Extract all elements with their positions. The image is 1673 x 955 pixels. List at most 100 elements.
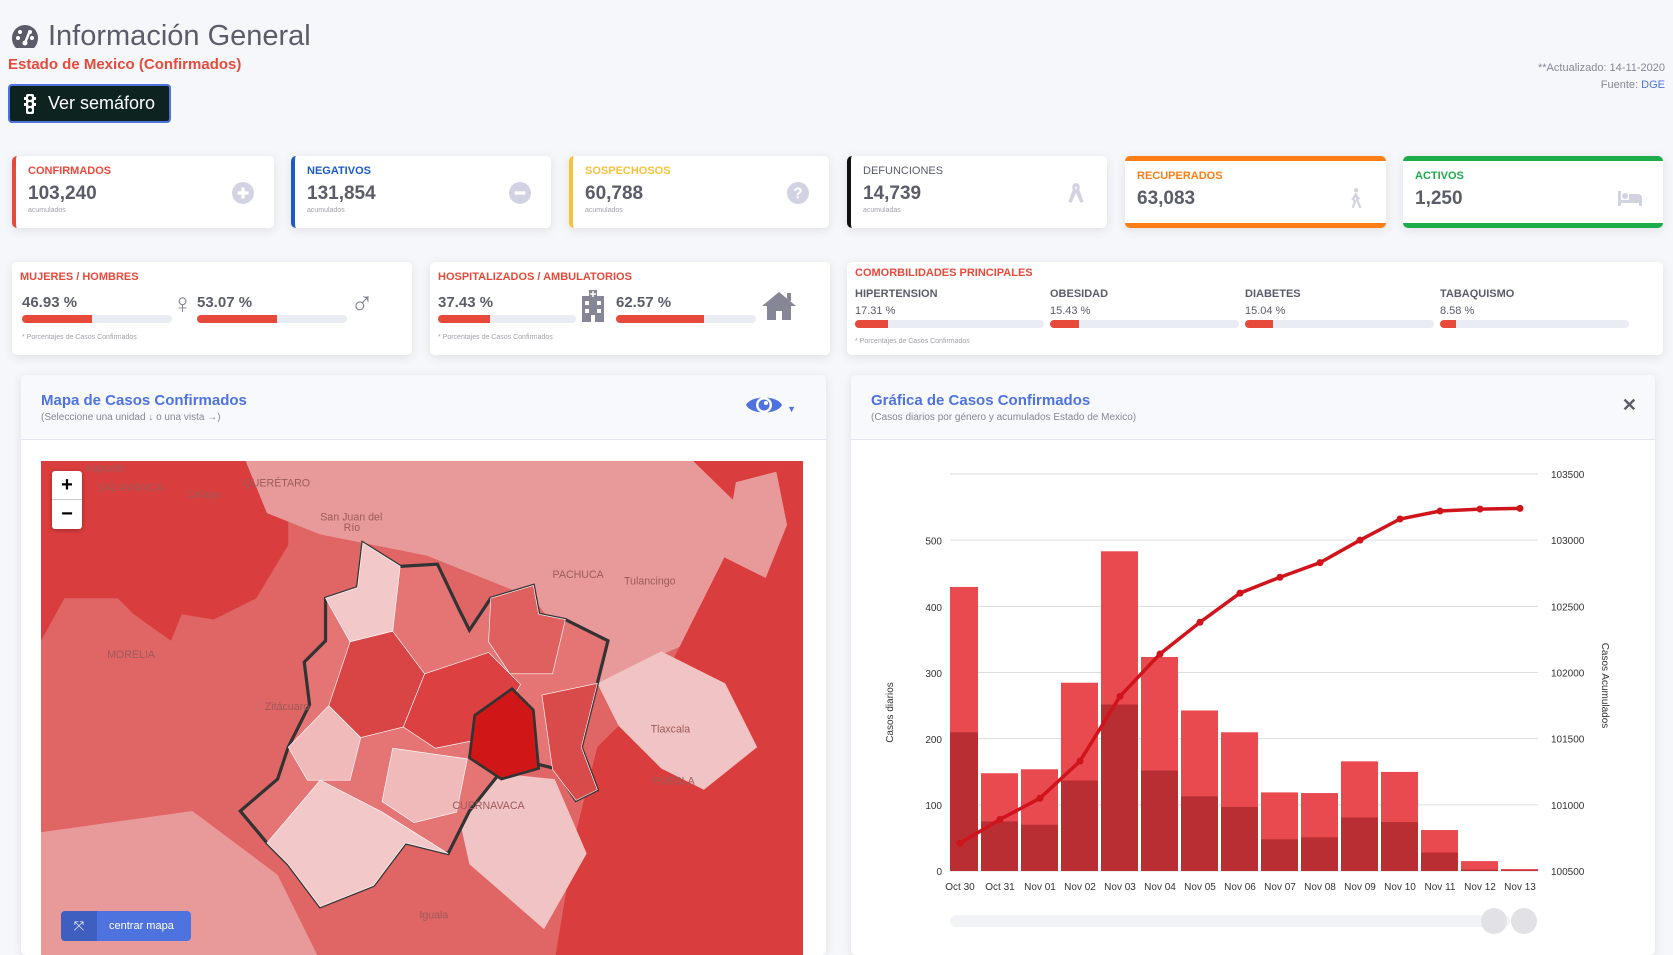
comorbidity-value: 15.04 % <box>1245 305 1286 317</box>
source-label: Fuente: <box>1600 79 1639 91</box>
question-circle-icon: ? <box>787 182 809 204</box>
male-icon: ♂ <box>350 284 374 320</box>
left-tick-label: 200 <box>925 735 942 746</box>
ambulatory-bar-fill <box>616 315 704 323</box>
comorbidities-card: COMORBILIDADES PRINCIPALES HIPERTENSION … <box>847 262 1663 355</box>
comorbidities-label: COMORBILIDADES PRINCIPALES <box>855 267 1033 279</box>
bed-icon <box>1618 191 1642 206</box>
stat-value: 103,240 <box>28 183 97 204</box>
zoom-out-button[interactable]: − <box>52 500 82 529</box>
page-header: Información General <box>10 20 311 53</box>
close-icon[interactable]: ✕ <box>1622 395 1637 416</box>
women-bar <box>22 315 172 323</box>
left-tick-label: 400 <box>925 603 942 614</box>
comorbidity-name: TABAQUISMO <box>1440 288 1515 300</box>
stat-value: 63,083 <box>1137 188 1196 209</box>
cumulative-point <box>996 815 1004 823</box>
stat-sub: acumuladas <box>863 207 901 214</box>
cumulative-point <box>1436 507 1444 515</box>
comorbidity-bar-fill <box>1050 320 1080 328</box>
bar-segment-dark <box>1061 780 1098 871</box>
x-tick-label: Nov 04 <box>1144 882 1176 893</box>
chart-panel: Gráfica de Casos Confirmados (Casos diar… <box>851 375 1655 955</box>
zoom-in-button[interactable]: + <box>52 471 82 500</box>
right-tick-label: 102500 <box>1551 602 1585 613</box>
bar-segment-dark <box>1181 796 1218 871</box>
ver-semaforo-label: Ver semáforo <box>48 93 156 113</box>
stat-label: CONFIRMADOS <box>28 165 112 177</box>
bar-segment-dark <box>1381 822 1418 871</box>
ribbon-icon <box>1068 183 1084 203</box>
chart-subtitle: (Casos diarios por género y acumulados E… <box>871 412 1137 423</box>
page-title: Información General <box>48 20 311 52</box>
stat-sub: acumulados <box>585 207 623 214</box>
stat-sub: acumulados <box>307 207 345 214</box>
choropleth-map[interactable]: Irapuato SALAMANCA Celaya QUERÉTARO San … <box>41 461 803 955</box>
x-tick-label: Nov 03 <box>1104 882 1136 893</box>
map-view[interactable]: Irapuato SALAMANCA Celaya QUERÉTARO San … <box>41 461 803 955</box>
comorbidity-name: HIPERTENSION <box>855 288 938 300</box>
x-tick-label: Nov 10 <box>1384 882 1416 893</box>
map-panel-header: Mapa de Casos Confirmados (Seleccione un… <box>21 375 826 440</box>
cumulative-point <box>956 839 964 847</box>
left-tick-label: 300 <box>925 669 942 680</box>
comorbidity-bar <box>1440 320 1629 328</box>
hospitalized-bar <box>438 315 576 323</box>
x-tick-label: Nov 09 <box>1344 882 1376 893</box>
gender-card: MUJERES / HOMBRES 46.93 % ♀ 53.07 % ♂ * … <box>12 262 412 355</box>
chart-title: Gráfica de Casos Confirmados <box>871 392 1091 409</box>
map-label-morelia: MORELIA <box>107 649 156 661</box>
map-title: Mapa de Casos Confirmados <box>41 392 247 409</box>
bar-segment-dark <box>1141 770 1178 871</box>
update-info: **Actualizado: 14-11-2020 Fuente: DGE <box>1538 60 1665 94</box>
stat-value: 131,854 <box>307 183 376 204</box>
x-tick-label: Nov 07 <box>1264 882 1296 893</box>
stat-label: ACTIVOS <box>1415 170 1464 182</box>
x-tick-label: Nov 12 <box>1464 882 1496 893</box>
x-tick-label: Nov 13 <box>1504 882 1536 893</box>
hospital-label: HOSPITALIZADOS / AMBULATORIOS <box>438 271 632 283</box>
comorbidity-item: DIABETES 15.04 % <box>1245 288 1436 328</box>
right-tick-label: 101000 <box>1551 801 1585 812</box>
range-scrollbar[interactable] <box>950 915 1510 927</box>
left-tick-label: 0 <box>936 867 942 878</box>
x-tick-label: Oct 30 <box>945 882 975 893</box>
stat-card-negativos: NEGATIVOS 131,854 acumulados <box>291 156 551 228</box>
cumulative-point <box>1076 757 1084 765</box>
eye-icon <box>746 397 783 413</box>
stat-value: 60,788 <box>585 183 644 204</box>
view-selector-button[interactable]: ▼ <box>745 392 796 418</box>
comorbidity-value: 15.43 % <box>1050 305 1091 317</box>
ver-semaforo-button[interactable]: Ver semáforo <box>8 84 171 123</box>
map-label-queretaro: QUERÉTARO <box>243 477 310 490</box>
stat-sub: acumulados <box>28 207 66 214</box>
range-handle[interactable] <box>1511 908 1537 934</box>
comorbidity-bar-fill <box>1245 320 1274 328</box>
comorbidity-bar <box>1245 320 1434 328</box>
cumulative-point <box>1196 618 1204 626</box>
cumulative-point <box>1476 505 1484 513</box>
men-bar-fill <box>197 315 277 323</box>
range-handle[interactable] <box>1481 908 1507 934</box>
right-tick-label: 103500 <box>1551 470 1585 481</box>
bar-segment-dark <box>1221 806 1258 871</box>
center-map-button[interactable]: ⤧ centrar mapa <box>61 911 191 941</box>
x-tick-label: Oct 31 <box>985 882 1015 893</box>
stat-label: RECUPERADOS <box>1137 170 1223 182</box>
map-label-tlaxcala: Tlaxcala <box>651 723 691 735</box>
bar-segment-dark <box>1341 817 1378 871</box>
walking-icon <box>1351 188 1362 209</box>
hospitalized-bar-fill <box>438 315 490 323</box>
page-subtitle: Estado de Mexico (Confirmados) <box>8 56 242 73</box>
updated-date: **Actualizado: 14-11-2020 <box>1538 62 1665 74</box>
comorbidity-bar-fill <box>855 320 888 328</box>
comorbidity-value: 8.58 % <box>1440 305 1475 317</box>
bar-segment-dark <box>1021 824 1058 871</box>
bar-segment-dark <box>1101 704 1138 871</box>
map-panel: Mapa de Casos Confirmados (Seleccione un… <box>21 375 826 955</box>
comorbidity-item: TABAQUISMO 8.58 % <box>1440 288 1631 328</box>
source-link[interactable]: DGE <box>1641 79 1665 91</box>
svg-text:?: ? <box>793 186 802 203</box>
comorbidity-item: HIPERTENSION 17.31 % <box>855 288 1046 328</box>
women-bar-fill <box>22 315 93 323</box>
